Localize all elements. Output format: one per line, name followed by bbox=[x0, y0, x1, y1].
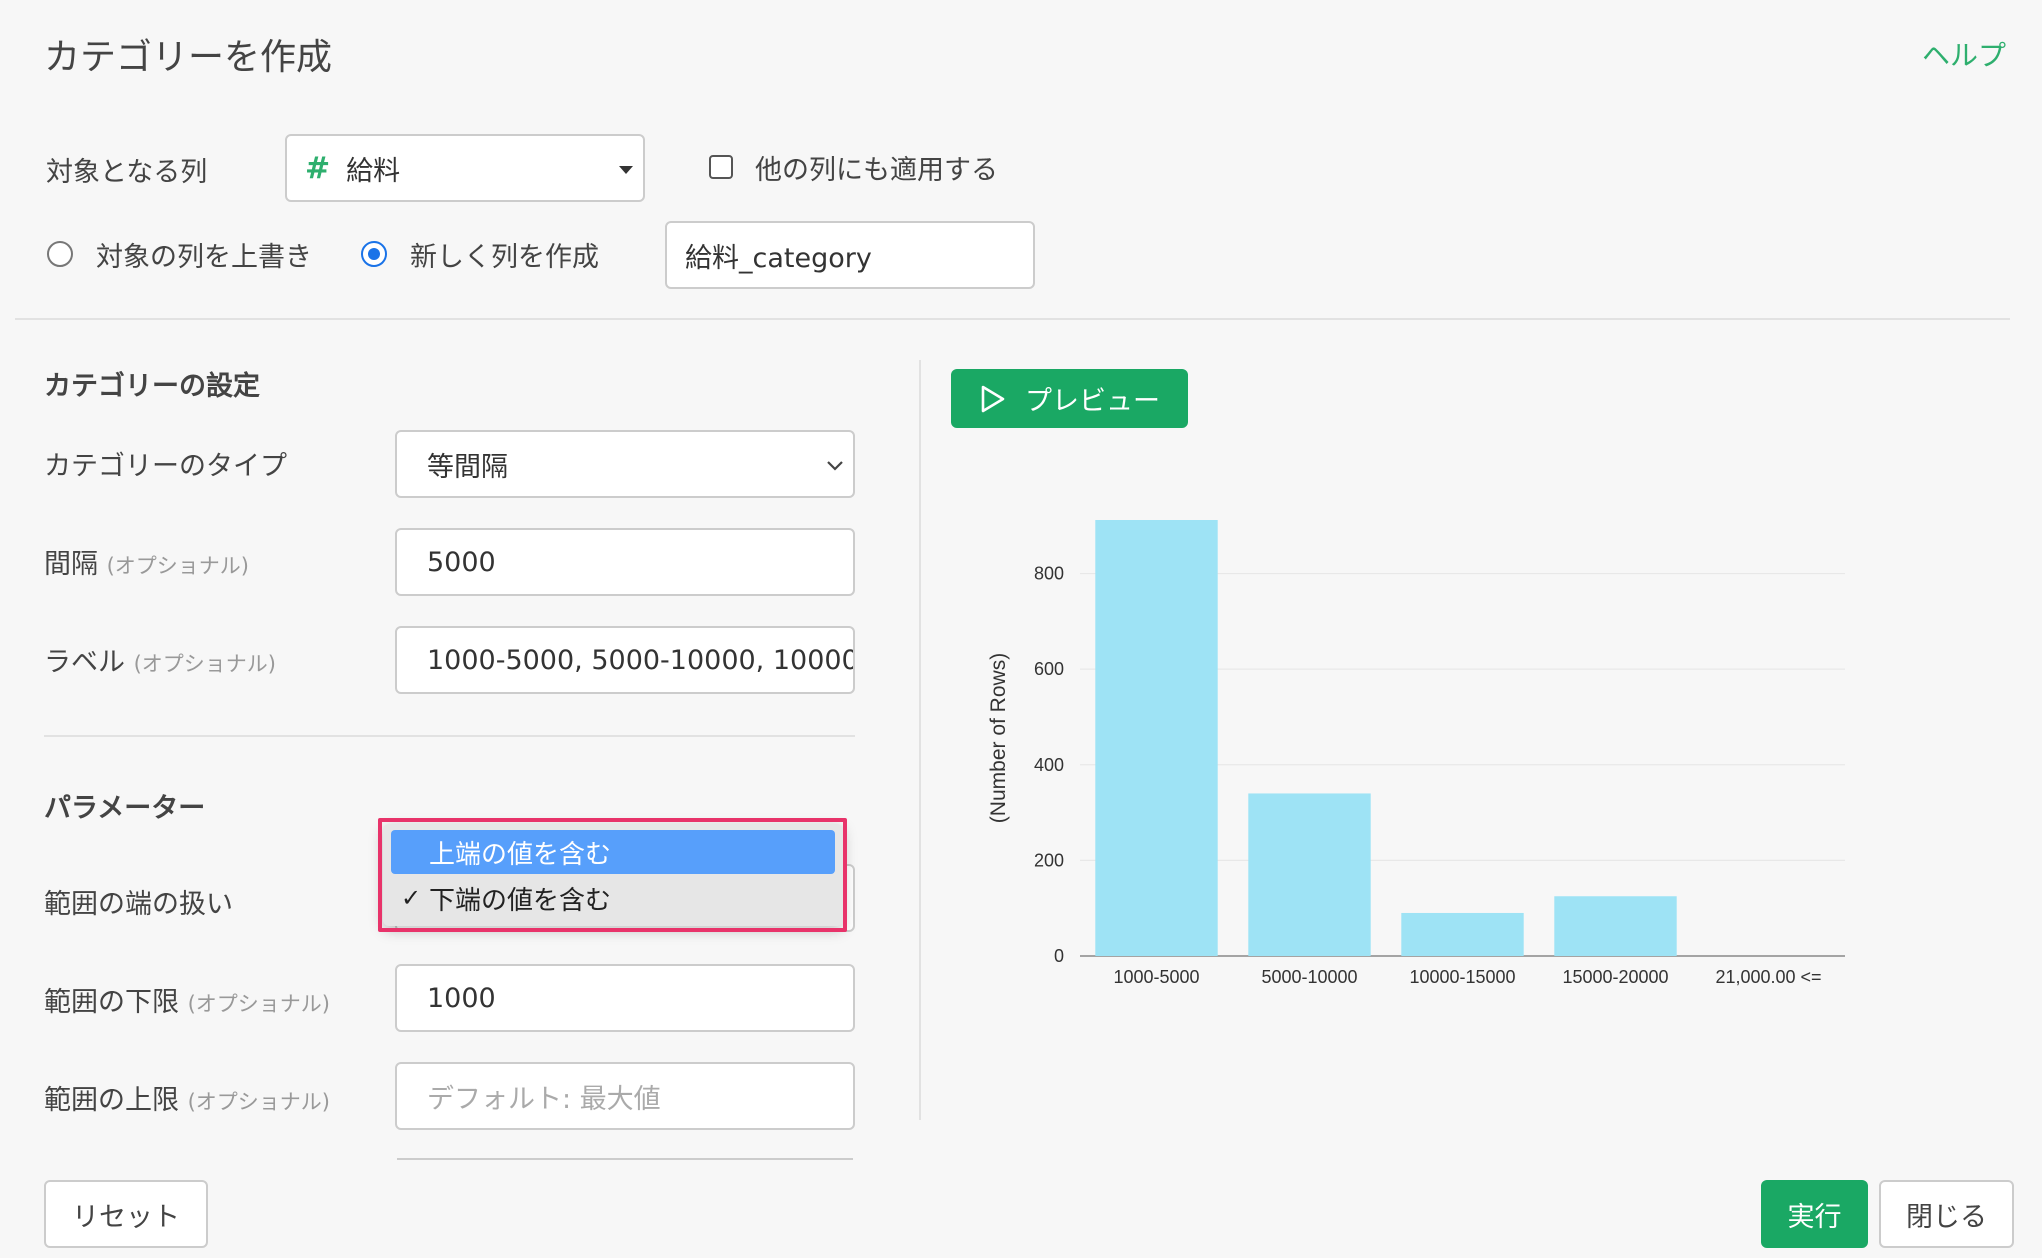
bar-15000-20000 bbox=[1554, 896, 1677, 956]
apply-other-checkbox[interactable] bbox=[709, 155, 733, 179]
y-axis-label: (Number of Rows) bbox=[987, 653, 1010, 823]
interval-optional: (オプショナル) bbox=[106, 554, 249, 578]
number-type-icon: # bbox=[305, 150, 331, 186]
x-tick-label: 1000-5000 bbox=[1113, 967, 1199, 987]
overwrite-radio[interactable] bbox=[47, 241, 73, 267]
lower-bound-optional: (オプショナル) bbox=[187, 992, 330, 1016]
category-type-value: 等間隔 bbox=[427, 451, 508, 483]
labels-optional: (オプショナル) bbox=[133, 652, 276, 676]
parameters-heading: パラメーター bbox=[44, 793, 206, 824]
labels-input[interactable]: 1000-5000, 5000-10000, 10000- bbox=[395, 626, 855, 694]
settings-divider bbox=[44, 735, 855, 737]
labels-label: ラベル (オプショナル) bbox=[44, 647, 276, 678]
help-link[interactable]: ヘルプ bbox=[1922, 34, 2006, 74]
x-tick-label: 5000-10000 bbox=[1261, 967, 1357, 987]
apply-other-label: 他の列にも適用する bbox=[755, 155, 998, 186]
next-field-edge bbox=[397, 1158, 853, 1160]
x-tick-label: 21,000.00 <= bbox=[1715, 967, 1821, 987]
x-tick-label: 15000-20000 bbox=[1562, 967, 1668, 987]
new-column-radio[interactable] bbox=[361, 241, 387, 267]
target-column-label: 対象となる列 bbox=[46, 157, 208, 188]
bar-5000-10000 bbox=[1248, 793, 1371, 956]
category-settings-heading: カテゴリーの設定 bbox=[44, 371, 260, 402]
target-column-select[interactable]: # 給料 bbox=[285, 134, 645, 202]
lower-bound-label: 範囲の下限 (オプショナル) bbox=[44, 987, 330, 1018]
x-tick-label: 10000-15000 bbox=[1409, 967, 1515, 987]
dialog-title: カテゴリーを作成 bbox=[44, 37, 333, 78]
run-button[interactable]: 実行 bbox=[1761, 1180, 1868, 1248]
panel-divider bbox=[919, 360, 921, 1120]
play-icon bbox=[981, 385, 1005, 412]
annotation-highlight-box bbox=[378, 818, 847, 932]
y-tick-label: 400 bbox=[1034, 755, 1064, 775]
category-type-select[interactable]: 等間隔 bbox=[395, 430, 855, 498]
chevron-down-icon bbox=[827, 461, 843, 471]
preview-chart: 0 200 400 600 800 (Number of Rows) 1000-5000 50… bbox=[987, 520, 1845, 987]
caret-down-icon bbox=[619, 166, 633, 174]
y-tick-label: 200 bbox=[1034, 850, 1064, 870]
preview-button[interactable]: プレビュー bbox=[951, 369, 1188, 428]
header-divider bbox=[15, 318, 2010, 320]
lower-bound-input[interactable]: 1000 bbox=[395, 964, 855, 1032]
close-button[interactable]: 閉じる bbox=[1879, 1180, 2014, 1248]
upper-bound-label: 範囲の上限 (オプショナル) bbox=[44, 1085, 330, 1116]
y-tick-label: 600 bbox=[1034, 659, 1064, 679]
new-column-name-input[interactable]: 給料_category bbox=[665, 221, 1035, 289]
new-column-label: 新しく列を作成 bbox=[410, 242, 599, 273]
upper-bound-optional: (オプショナル) bbox=[187, 1090, 330, 1114]
y-tick-label: 0 bbox=[1054, 946, 1064, 966]
y-tick-label: 800 bbox=[1034, 564, 1064, 584]
category-type-label: カテゴリーのタイプ bbox=[44, 451, 287, 482]
edge-handling-label: 範囲の端の扱い bbox=[44, 889, 233, 920]
reset-button[interactable]: リセット bbox=[44, 1180, 208, 1248]
overwrite-label: 対象の列を上書き bbox=[96, 242, 312, 273]
target-column-value: 給料 bbox=[346, 155, 401, 187]
upper-bound-input[interactable]: デフォルト: 最大値 bbox=[395, 1062, 855, 1130]
bar-1000-5000 bbox=[1095, 520, 1218, 956]
interval-label: 間隔 (オプショナル) bbox=[44, 549, 249, 580]
bar-10000-15000 bbox=[1401, 912, 1524, 956]
interval-input[interactable]: 5000 bbox=[395, 528, 855, 596]
